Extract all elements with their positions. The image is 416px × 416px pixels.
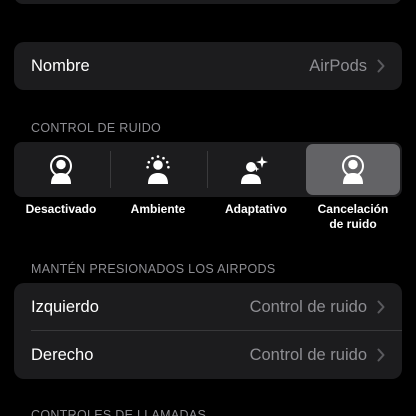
noise-option-transparency-label: Ambiente xyxy=(130,202,186,216)
name-value: AirPods xyxy=(309,56,367,75)
call-controls-header: CONTROLES DE LLAMADAS xyxy=(31,408,207,416)
cancellation-label-line1: Cancelación xyxy=(317,202,389,216)
name-label: Nombre xyxy=(31,56,90,75)
name-card: Nombre AirPods xyxy=(14,42,402,90)
previous-card-edge xyxy=(14,0,402,4)
press-hold-card: Izquierdo Control de ruido Derecho Contr… xyxy=(14,283,402,379)
noise-option-transparency[interactable] xyxy=(111,144,205,195)
noise-control-header: CONTROL DE RUIDO xyxy=(31,121,162,135)
person-noise-cancel-icon xyxy=(342,154,364,184)
right-airpod-label: Derecho xyxy=(31,345,94,364)
cancellation-label-line2: de ruido xyxy=(329,217,377,231)
chevron-right-icon xyxy=(377,300,385,314)
noise-option-off-label: Desactivado xyxy=(25,202,97,216)
chevron-right-icon xyxy=(377,348,385,362)
person-off-icon xyxy=(50,154,72,184)
left-airpod-value: Control de ruido xyxy=(249,297,367,316)
press-hold-header: MANTÉN PRESIONADOS LOS AIRPODS xyxy=(31,262,276,276)
airpods-settings-screen: Nombre AirPods CONTROL DE RUIDO Desactiv… xyxy=(0,0,416,416)
noise-option-off[interactable] xyxy=(14,144,108,195)
noise-option-cancellation-label: Cancelación de ruido xyxy=(298,202,408,232)
right-airpod-row[interactable]: Derecho Control de ruido xyxy=(14,331,402,379)
right-airpod-value: Control de ruido xyxy=(249,345,367,364)
left-airpod-row[interactable]: Izquierdo Control de ruido xyxy=(14,283,402,331)
person-adaptive-icon xyxy=(241,155,268,184)
noise-option-cancellation[interactable] xyxy=(306,144,400,195)
noise-option-adaptive[interactable] xyxy=(208,144,302,195)
person-transparency-icon xyxy=(146,154,170,184)
noise-option-adaptive-label: Adaptativo xyxy=(224,202,287,216)
name-row[interactable]: Nombre AirPods xyxy=(14,42,402,90)
chevron-right-icon xyxy=(377,59,385,73)
noise-control-segmented xyxy=(14,142,402,197)
left-airpod-label: Izquierdo xyxy=(31,297,99,316)
